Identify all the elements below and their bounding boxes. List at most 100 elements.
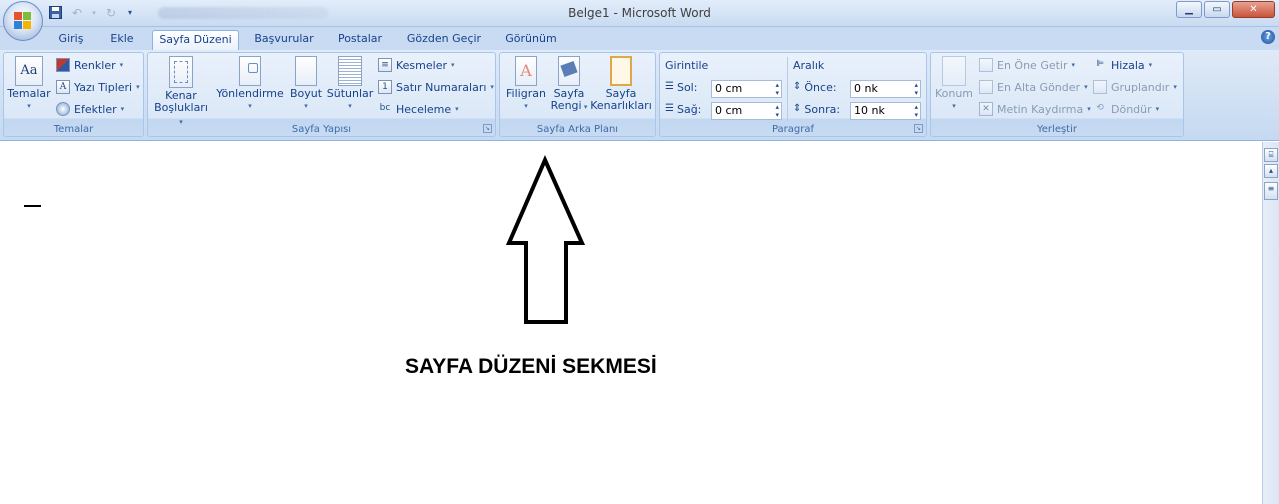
office-logo-icon — [14, 12, 32, 30]
tab-gorunum[interactable]: Görünüm — [498, 30, 564, 50]
align-icon: ⊫ — [1096, 59, 1104, 69]
rotate-label: Döndür — [1111, 102, 1152, 116]
position-button[interactable]: Konum ▾ — [933, 56, 975, 112]
hyphenation-button[interactable]: bc Heceleme ▾ — [378, 100, 459, 118]
colors-label: Renkler — [74, 58, 116, 72]
breaks-icon: ≡ — [378, 58, 392, 72]
columns-button[interactable]: Sütunlar ▾ — [326, 56, 374, 112]
group-label-temalar: Temalar — [53, 124, 94, 135]
chevron-down-icon: ▾ — [304, 102, 308, 110]
bring-front-label: En Öne Getir — [997, 58, 1068, 72]
group-objects-button[interactable]: Gruplandır ▾ — [1093, 78, 1177, 96]
tab-ekle[interactable]: Ekle — [101, 30, 143, 50]
chevron-down-icon: ▾ — [119, 61, 124, 69]
dialog-launcher-icon[interactable]: ↘ — [483, 124, 492, 133]
effects-button[interactable]: Efektler ▾ — [56, 100, 124, 118]
document-page[interactable] — [0, 142, 1262, 504]
scroll-up-icon[interactable]: ▴ — [1264, 164, 1278, 178]
group-objects-label: Gruplandır — [1111, 80, 1170, 94]
page-borders-button[interactable]: Sayfa Kenarlıkları — [590, 56, 652, 112]
rotate-button[interactable]: ⟲ Döndür ▾ — [1093, 100, 1159, 118]
fonts-button[interactable]: A Yazı Tipleri ▾ — [56, 78, 140, 96]
tab-gozden-gecir[interactable]: Gözden Geçir — [400, 30, 488, 50]
chevron-down-icon: ▾ — [136, 83, 140, 91]
help-icon[interactable]: ? — [1261, 30, 1275, 44]
indent-left-icon: ☰ — [665, 81, 674, 92]
rotate-icon: ⟲ — [1096, 103, 1104, 113]
ruler-toggle-icon[interactable]: ⌸ — [1264, 148, 1278, 162]
indent-left-label: Sol: — [676, 81, 698, 94]
page-borders-icon — [610, 56, 632, 86]
chevron-down-icon: ▾ — [1155, 105, 1160, 113]
tab-giris[interactable]: Giriş — [50, 30, 92, 50]
page-color-label-line2: Rengi — [550, 99, 582, 112]
spinner-arrows-icon[interactable]: ▴ ▾ — [914, 103, 918, 119]
indent-right-input[interactable]: 0 cm ▴ ▾ — [711, 102, 782, 120]
spacing-before-icon: ⇕ — [793, 81, 802, 92]
spacing-after-input[interactable]: 10 nk ▴ ▾ — [850, 102, 921, 120]
effects-label: Efektler — [74, 102, 117, 116]
restore-button[interactable]: ▭ — [1204, 1, 1230, 18]
columns-label: Sütunlar — [326, 87, 374, 100]
breaks-button[interactable]: ≡ Kesmeler ▾ — [378, 56, 455, 74]
chevron-down-icon: ▾ — [1071, 61, 1076, 69]
chevron-down-icon: ▾ — [248, 102, 252, 110]
margins-button[interactable]: Kenar Boşlukları ▾ — [152, 56, 210, 128]
spinner-arrows-icon[interactable]: ▴ ▾ — [775, 81, 779, 97]
size-button[interactable]: Boyut ▾ — [288, 56, 324, 112]
chevron-down-icon: ▾ — [490, 83, 494, 91]
group-sayfa-arka-plani: A Filigran ▾ Sayfa Rengi ▾ Sayfa Kenarlı… — [499, 52, 656, 137]
spacing-after-label-wrap: ⇕ Sonra: — [793, 103, 840, 116]
group-paragraf: Girintile ☰ Sol: 0 cm ▴ ▾ ☰ Sağ: 0 cm ▴ ▾ … — [659, 52, 927, 137]
watermark-button[interactable]: A Filigran ▾ — [503, 56, 549, 112]
breaks-label: Kesmeler — [396, 58, 447, 72]
indent-right-label-wrap: ☰ Sağ: — [665, 103, 701, 116]
chevron-down-icon: ▾ — [455, 105, 459, 113]
up-arrow-icon — [505, 155, 585, 324]
orientation-button[interactable]: Yönlendirme ▾ — [214, 56, 286, 112]
tab-sayfa-duzeni[interactable]: Sayfa Düzeni — [152, 30, 239, 50]
send-back-button[interactable]: En Alta Gönder ▾ — [979, 78, 1088, 96]
themes-icon: Aa — [15, 56, 43, 86]
spinner-arrows-icon[interactable]: ▴ ▾ — [775, 103, 779, 119]
ribbon: Aa Temalar ▾ Renkler ▾ A Yazı Tipleri ▾ Ef… — [0, 50, 1279, 141]
tab-postalar[interactable]: Postalar — [330, 30, 390, 50]
orientation-icon — [239, 56, 261, 86]
chevron-down-icon: ▾ — [451, 61, 455, 69]
hyphenation-icon: bc — [379, 103, 391, 113]
spacing-before-label-wrap: ⇕ Önce: — [793, 81, 837, 94]
group-sayfa-yapisi: Kenar Boşlukları ▾ Yönlendirme ▾ Boyut ▾… — [147, 52, 496, 137]
text-wrap-button[interactable]: ✕ Metin Kaydırma ▾ — [979, 100, 1091, 118]
close-button[interactable]: ✕ — [1232, 1, 1275, 18]
indent-left-input[interactable]: 0 cm ▴ ▾ — [711, 80, 782, 98]
page-color-button[interactable]: Sayfa Rengi ▾ — [550, 56, 588, 113]
themes-label: Temalar — [7, 87, 51, 100]
themes-button[interactable]: Aa Temalar ▾ — [7, 56, 51, 112]
effects-icon — [56, 102, 70, 116]
indent-right-value: 0 cm — [715, 104, 743, 117]
margins-label-line2: Boşlukları — [154, 101, 208, 114]
line-numbers-button[interactable]: 1 Satır Numaraları ▾ — [378, 78, 494, 96]
vertical-scrollbar[interactable]: ⌸ ▴ ≡ — [1262, 142, 1279, 504]
chevron-down-icon: ▾ — [581, 103, 588, 111]
line-numbers-icon: 1 — [378, 80, 392, 94]
minimize-button[interactable]: ▁ — [1176, 1, 1202, 18]
bring-front-button[interactable]: En Öne Getir ▾ — [979, 56, 1075, 74]
spinner-arrows-icon[interactable]: ▴ ▾ — [914, 81, 918, 97]
size-icon — [295, 56, 317, 86]
chevron-down-icon: ▾ — [120, 105, 125, 113]
fonts-label: Yazı Tipleri — [74, 80, 133, 94]
spacing-before-input[interactable]: 0 nk ▴ ▾ — [850, 80, 921, 98]
themes-icon-text: Aa — [20, 63, 38, 78]
align-button[interactable]: ⊫ Hizala ▾ — [1093, 56, 1152, 74]
indent-left-value: 0 cm — [715, 82, 743, 95]
office-button[interactable] — [3, 1, 43, 41]
margins-icon — [169, 56, 193, 88]
colors-button[interactable]: Renkler ▾ — [56, 56, 123, 74]
group-label-yerlestir: Yerleştir — [1037, 124, 1077, 135]
scroll-thumb[interactable]: ≡ — [1264, 182, 1278, 200]
tab-basvurular[interactable]: Başvurular — [248, 30, 320, 50]
dialog-launcher-icon[interactable]: ↘ — [914, 124, 923, 133]
spacing-title: Aralık — [793, 59, 825, 72]
chevron-down-icon: ▾ — [952, 102, 956, 110]
